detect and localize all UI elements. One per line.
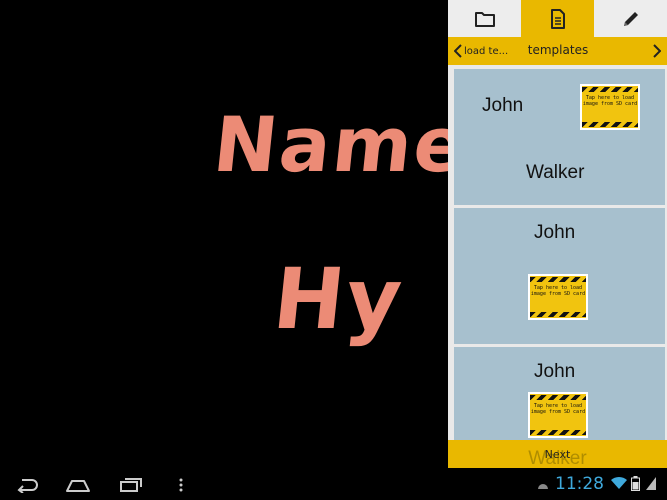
next-button[interactable]: Next [448,440,667,468]
canvas-text-name: Name [209,100,448,189]
image-placeholder-text: Tap here to load image from SD card [582,95,638,107]
template-first-name: John [534,361,576,382]
nav-prev-button[interactable]: load te... [454,41,516,61]
battery-icon [631,476,640,491]
android-debug-icon [538,484,548,489]
pencil-icon [623,11,638,26]
overflow-menu-icon [179,478,183,492]
home-icon [66,480,90,492]
template-card[interactable]: John Tap here to load image from SD card… [454,69,665,205]
image-placeholder[interactable]: Tap here to load image from SD card [528,392,588,438]
back-icon [17,479,38,493]
template-nav-bar: load te... templates [448,37,667,65]
tab-bar [448,0,667,37]
image-placeholder-text: Tap here to load image from SD card [530,403,586,415]
drawing-canvas[interactable]: Name Hy [0,0,448,468]
recent-apps-button[interactable] [118,474,144,496]
status-clock: 11:28 [555,474,604,494]
chevron-left-icon [454,44,462,58]
chevron-right-icon [653,44,661,58]
tab-edit[interactable] [594,0,667,37]
home-button[interactable] [64,474,92,496]
side-panel: load te... templates John Tap here to lo… [448,0,667,469]
canvas-text-hy: Hy [268,250,409,348]
template-card[interactable]: John Tap here to load image from SD card [454,347,665,440]
tab-files[interactable] [448,0,521,37]
folder-icon [474,11,495,27]
image-placeholder-text: Tap here to load image from SD card [530,285,586,297]
nav-title: templates [527,43,589,57]
template-card[interactable]: John Tap here to load image from SD card [454,208,665,344]
image-placeholder[interactable]: Tap here to load image from SD card [580,84,640,130]
tab-templates[interactable] [521,0,594,37]
image-placeholder[interactable]: Tap here to load image from SD card [528,274,588,320]
template-list[interactable]: John Tap here to load image from SD card… [448,65,667,440]
signal-icon [646,477,656,490]
template-first-name: John [534,222,576,243]
document-icon [550,8,565,29]
template-last-name: Walker [526,162,585,183]
template-first-name: John [482,95,524,116]
menu-button[interactable] [178,474,184,496]
wifi-icon [611,476,627,489]
recent-apps-icon [120,478,142,492]
next-label: Next [544,447,571,461]
nav-next-button[interactable] [653,41,661,61]
back-button[interactable] [14,474,40,496]
